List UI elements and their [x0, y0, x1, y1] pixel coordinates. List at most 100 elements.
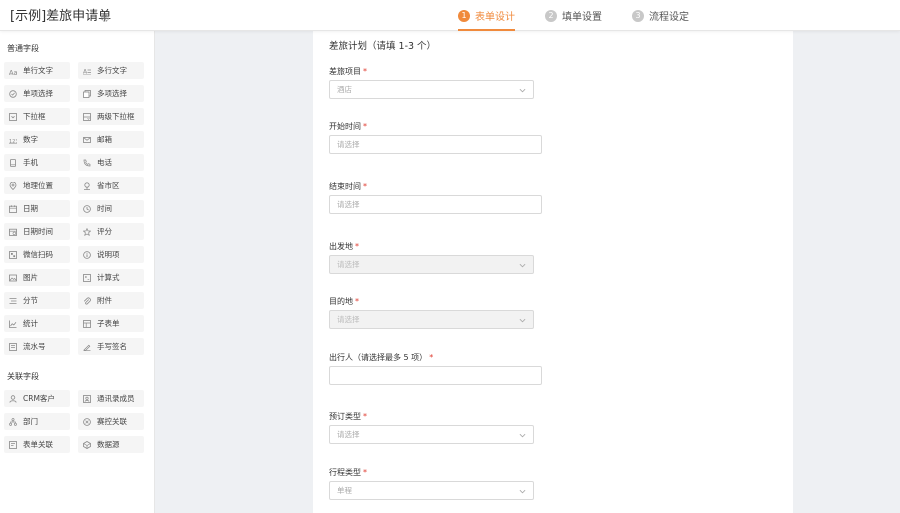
qrcode-icon [9, 250, 17, 259]
field-widget-label: 图片 [23, 273, 38, 282]
form-title: 差旅计划（请填 1-3 个） [329, 41, 437, 52]
field-label-text: 出行人（请选择最多 5 项） [329, 353, 428, 362]
calendar-icon [9, 204, 17, 213]
field-widget[interactable]: 图片 [4, 269, 70, 286]
field-widget-label: 部门 [23, 417, 38, 426]
field-widget[interactable]: 部门 [4, 413, 70, 430]
select-field[interactable]: 单程 [329, 481, 534, 500]
field-widget[interactable]: 微信扫码 [4, 246, 70, 263]
field-widget[interactable]: 日期时间 [4, 223, 70, 240]
field-widget-label: 日期 [23, 204, 38, 213]
field-widget[interactable]: 附件 [78, 292, 144, 309]
field-widget-label: 评分 [97, 227, 112, 236]
field-widget[interactable]: 统计 [4, 315, 70, 332]
field-label-text: 结束时间 [329, 182, 361, 191]
field-widget-label: 附件 [97, 296, 112, 305]
field-widget-label: 省市区 [97, 181, 120, 190]
field-widget[interactable]: 地理位置 [4, 177, 70, 194]
step-tab-3[interactable]: 3 流程设定 [632, 0, 689, 31]
field-widget[interactable]: 计算式 [78, 269, 144, 286]
svg-text:123: 123 [9, 139, 17, 144]
field-widget[interactable]: 省市区 [78, 177, 144, 194]
field-value: 请选择 [337, 430, 360, 439]
field-widget[interactable]: 日期 [4, 200, 70, 217]
input-field[interactable] [329, 366, 542, 385]
field-value: 请选择 [337, 140, 360, 149]
field-widget-label: 单行文字 [23, 66, 53, 75]
field-value: 单程 [337, 486, 352, 495]
field-label-text: 开始时间 [329, 122, 361, 131]
svg-text:A: A [83, 68, 88, 75]
gear-icon[interactable] [100, 8, 110, 22]
field-widget[interactable]: 赛控关联 [78, 413, 144, 430]
field-widget[interactable]: 手写签名 [78, 338, 144, 355]
field-widget[interactable]: 多项选择 [78, 85, 144, 102]
field-widget[interactable]: 邮箱 [78, 131, 144, 148]
field-widget[interactable]: 123 数字 [4, 131, 70, 148]
field-widget-label: 时间 [97, 204, 112, 213]
field-widget-label: 多项选择 [97, 89, 127, 98]
step-nav: 1 表单设计 2 填单设置 3 流程设定 [458, 0, 719, 31]
field-widget-label: 数字 [23, 135, 38, 144]
field-widget[interactable]: Aa 单行文字 [4, 62, 70, 79]
field-widget-label: 日期时间 [23, 227, 53, 236]
field-label-text: 目的地 [329, 297, 353, 306]
field-widget[interactable]: 通讯录成员 [78, 390, 144, 407]
field-widget-label: 多行文字 [97, 66, 127, 75]
select-field[interactable]: 酒店 [329, 80, 534, 99]
field-value: 酒店 [337, 85, 352, 94]
input-field[interactable]: 请选择 [329, 195, 542, 214]
field-label: 目的地 * [329, 296, 359, 307]
step-number-badge: 1 [458, 9, 470, 22]
field-widget[interactable]: 说明项 [78, 246, 144, 263]
field-widget-label: 流水号 [23, 342, 46, 351]
required-marker: * [355, 297, 359, 306]
chart-icon [9, 320, 17, 328]
field-widget-label: 两级下拉框 [97, 112, 135, 121]
field-widget[interactable]: 手机 [4, 154, 70, 171]
section-title-related: 关联字段 [7, 372, 39, 381]
field-widget[interactable]: CRM客户 [4, 390, 70, 407]
formula-icon [83, 273, 91, 282]
field-label: 出发地 * [329, 241, 359, 252]
field-label-text: 出发地 [329, 242, 353, 251]
field-widget[interactable]: 数据源 [78, 436, 144, 453]
attachment-icon [83, 297, 91, 305]
text-icon: Aa [9, 67, 17, 75]
field-widget[interactable]: 流水号 [4, 338, 70, 355]
region-icon [83, 181, 91, 190]
field-widget[interactable]: 单项选择 [4, 85, 70, 102]
step-tab-1[interactable]: 1 表单设计 [458, 0, 515, 31]
customer-icon [9, 394, 17, 403]
star-icon [83, 227, 91, 236]
mail-icon [83, 136, 91, 144]
select-field[interactable]: 请选择 [329, 425, 534, 444]
datasource-icon [83, 440, 91, 449]
field-widget[interactable]: 分节 [4, 292, 70, 309]
field-widget[interactable]: 子表单 [78, 315, 144, 332]
chevron-down-icon [519, 87, 526, 94]
field-widget-label: 下拉框 [23, 112, 46, 121]
field-label-text: 差旅项目 [329, 67, 361, 76]
input-field[interactable]: 请选择 [329, 135, 542, 154]
phone-icon [83, 159, 91, 167]
field-widget[interactable]: 两级下拉框 [78, 108, 144, 125]
field-widget[interactable]: 时间 [78, 200, 144, 217]
field-widget[interactable]: 表单关联 [4, 436, 70, 453]
field-widget-label: CRM客户 [23, 394, 55, 403]
field-widget[interactable]: 电话 [78, 154, 144, 171]
field-widget[interactable]: 评分 [78, 223, 144, 240]
field-label: 行程类型 * [329, 467, 367, 478]
select-field[interactable]: 请选择 [329, 255, 534, 274]
field-widget-label: 数据源 [97, 440, 120, 449]
clock-icon [83, 204, 91, 213]
info-icon [83, 250, 91, 259]
field-widget[interactable]: 下拉框 [4, 108, 70, 125]
select-field[interactable]: 请选择 [329, 310, 534, 329]
required-marker: * [363, 122, 367, 131]
field-widget[interactable]: A 多行文字 [78, 62, 144, 79]
required-marker: * [363, 412, 367, 421]
step-tab-2[interactable]: 2 填单设置 [545, 0, 602, 31]
section-icon [9, 297, 17, 305]
field-label: 结束时间 * [329, 181, 367, 192]
